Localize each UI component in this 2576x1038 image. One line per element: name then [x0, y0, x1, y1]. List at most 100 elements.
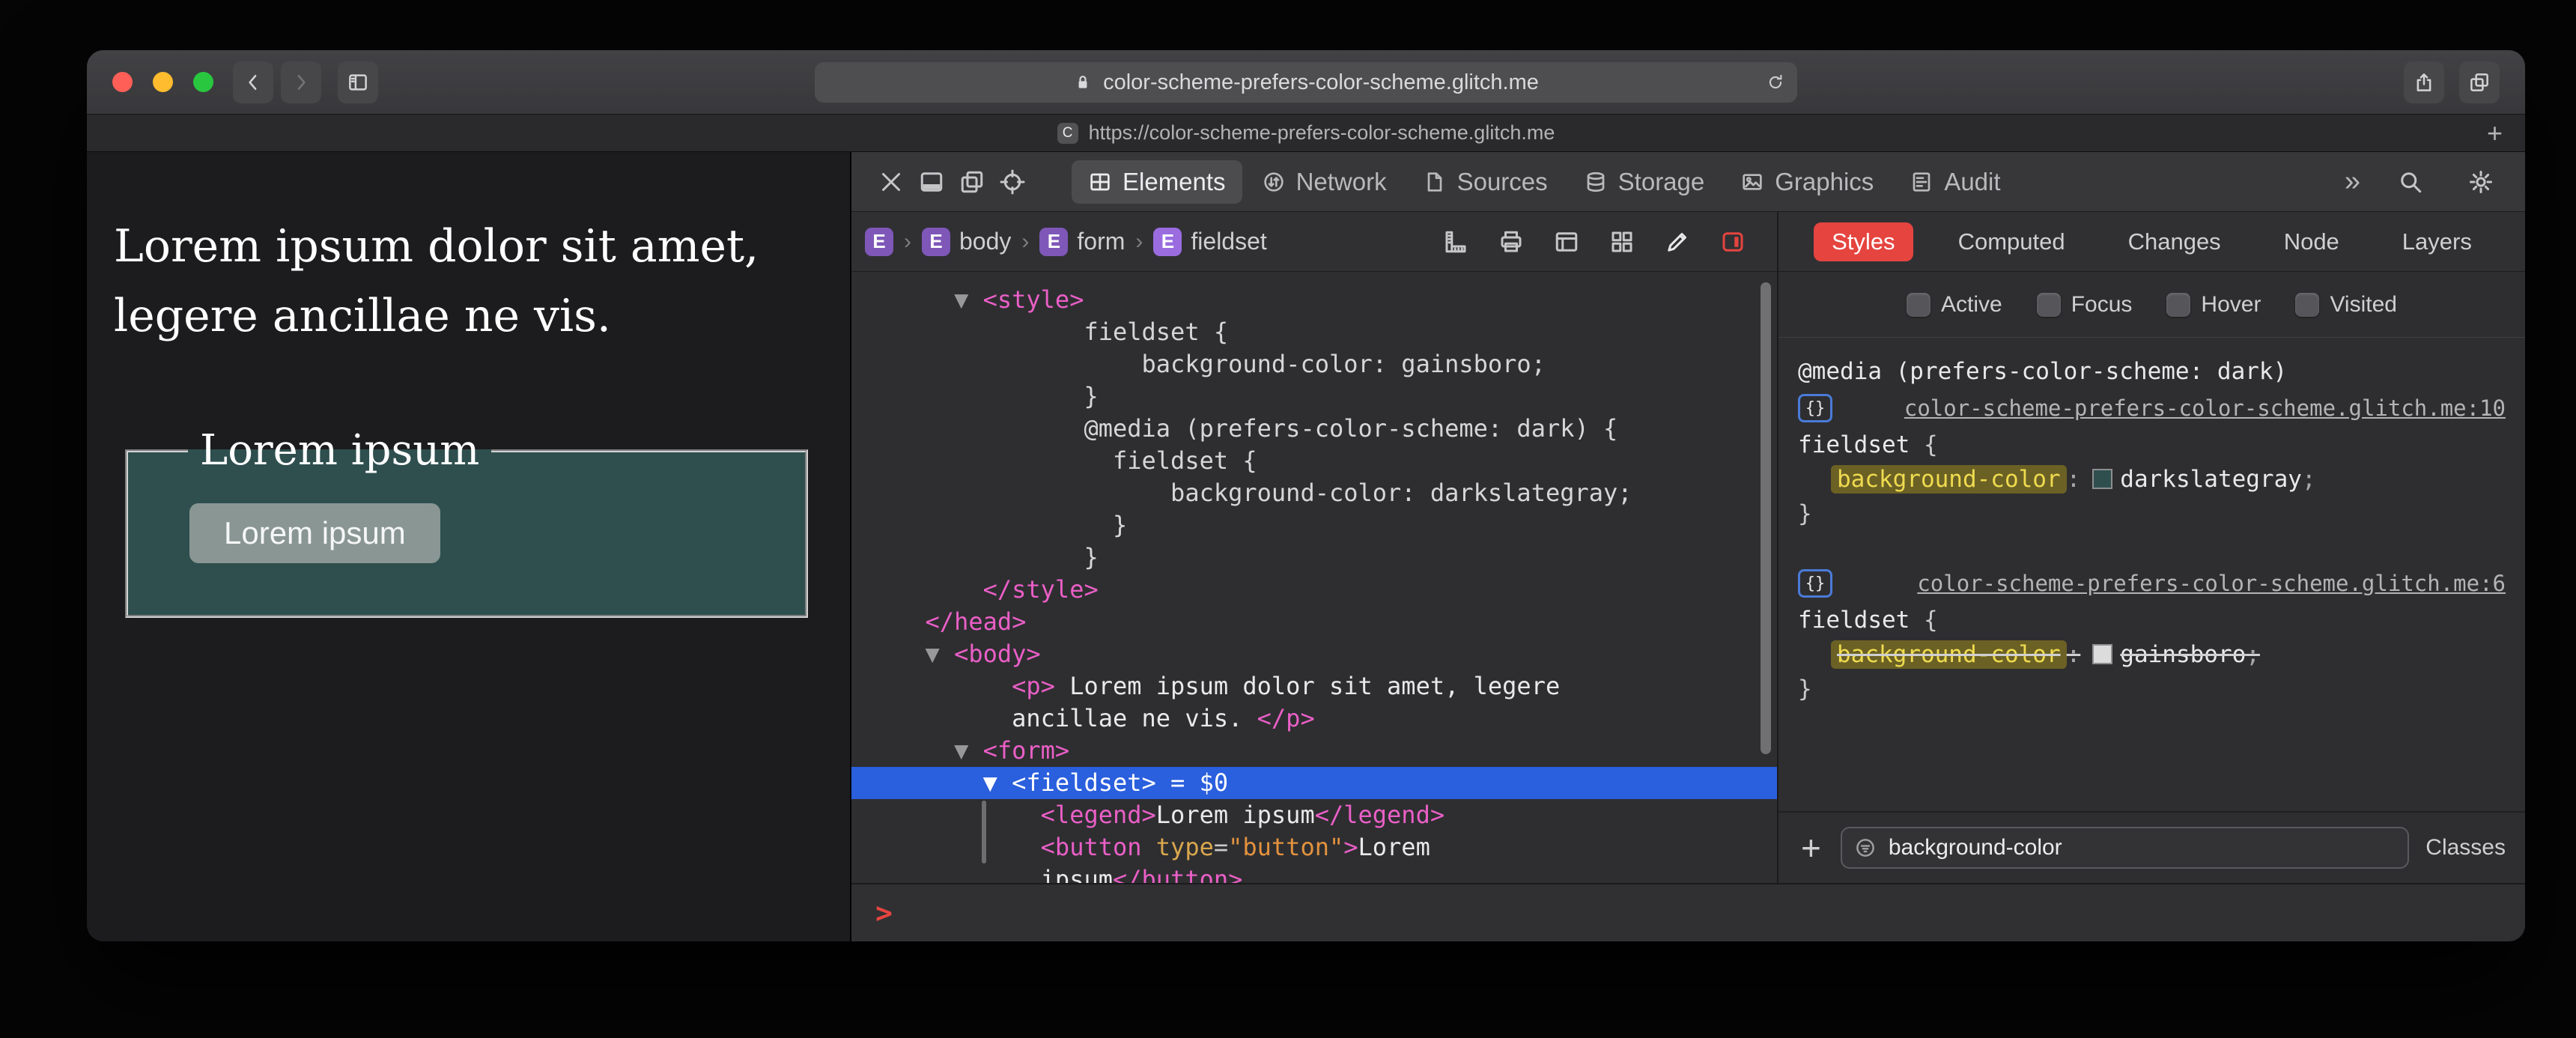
close-inspector-button[interactable]	[871, 161, 911, 203]
dom-token: ancillae ne vis.	[896, 704, 1257, 732]
dom-token: <button	[896, 833, 1142, 861]
css-property-value[interactable]: gainsboro	[2120, 641, 2246, 668]
dom-tree: ▼ <style> fieldset { background-color: g…	[851, 272, 1778, 883]
color-swatch[interactable]	[2092, 469, 2113, 489]
dom-tree-node[interactable]: </head>	[851, 606, 1777, 638]
inspector-tabs: Elements Network Sources Storage Graphics Aud…	[1072, 160, 2017, 204]
dom-tree-node[interactable]: </style>	[851, 574, 1777, 606]
dom-tree-node[interactable]: <button type="button">Lorem	[851, 831, 1777, 864]
sidebar-toggle-button[interactable]	[338, 61, 378, 103]
dom-tree-node[interactable]: }	[851, 541, 1777, 574]
checkbox-focus[interactable]	[2036, 292, 2061, 317]
filter-icon	[1854, 837, 1877, 859]
classes-button[interactable]: Classes	[2425, 835, 2506, 861]
inspector-tab-network[interactable]: Network	[1245, 160, 1403, 204]
page-button[interactable]: Lorem ipsum	[189, 503, 440, 563]
dom-tree-node[interactable]: background-color: darkslategray;	[851, 477, 1777, 509]
sidebar-tab-styles[interactable]: Styles	[1814, 222, 1913, 261]
minimize-window-button[interactable]	[153, 72, 173, 92]
sidebar-tab-node[interactable]: Node	[2266, 222, 2357, 261]
safari-window: color-scheme-prefers-color-scheme.glitch…	[87, 50, 2525, 941]
inspector-tab-audit[interactable]: Audit	[1893, 160, 2017, 204]
frames-button[interactable]	[1545, 221, 1588, 263]
dom-tree-node[interactable]: ▼ <body>	[851, 638, 1777, 670]
reload-icon[interactable]	[1766, 73, 1785, 92]
dom-token: }	[896, 543, 1099, 571]
undock-button[interactable]	[952, 161, 992, 203]
dom-token: background-color: gainsboro;	[896, 350, 1546, 378]
dom-tree-node[interactable]: }	[851, 509, 1777, 541]
breadcrumb-item-document[interactable]: E	[865, 227, 893, 256]
dom-tree-node[interactable]: ▼ <form>	[851, 735, 1777, 767]
style-filter-field[interactable]: background-color	[1840, 827, 2410, 869]
rule-header: {} color-scheme-prefers-color-scheme.glit…	[1798, 389, 2506, 428]
css-property-name[interactable]: background-color	[1831, 465, 2067, 494]
console-prompt-bar[interactable]: >	[851, 883, 2525, 941]
dom-tree-node[interactable]: @media (prefers-color-scheme: dark) {	[851, 413, 1777, 445]
breadcrumb-item-form[interactable]: Eform	[1039, 227, 1125, 256]
color-swatch[interactable]	[2092, 644, 2113, 664]
printer-icon	[1498, 228, 1525, 255]
dom-tree-node[interactable]: fieldset {	[851, 445, 1777, 477]
selector-text[interactable]: fieldset	[1798, 431, 1910, 458]
dom-tree-node[interactable]: background-color: gainsboro;	[851, 348, 1777, 380]
inspector-tab-graphics[interactable]: Graphics	[1724, 160, 1890, 204]
breadcrumb-item-fieldset[interactable]: Efieldset	[1153, 227, 1267, 256]
dom-tree-scrollbar[interactable]	[1761, 282, 1771, 754]
zoom-window-button[interactable]	[193, 72, 213, 92]
sidebar-tab-computed[interactable]: Computed	[1940, 222, 2083, 261]
checkbox-visited[interactable]	[2295, 292, 2320, 317]
checkbox-hover[interactable]	[2166, 292, 2191, 317]
dom-tree-node[interactable]: ipsum</button>	[851, 864, 1777, 883]
window-controls	[112, 72, 213, 92]
dom-tree-node[interactable]: }	[851, 380, 1777, 413]
dom-tree-node[interactable]: <p> Lorem ipsum dolor sit amet, legere	[851, 670, 1777, 702]
close-window-button[interactable]	[112, 72, 133, 92]
inspector-tab-storage[interactable]: Storage	[1567, 160, 1722, 204]
search-button[interactable]	[2390, 161, 2431, 203]
open-brace: {	[1923, 607, 1938, 634]
forward-button[interactable]	[281, 61, 321, 103]
style-rule-source-link[interactable]: color-scheme-prefers-color-scheme.glitch…	[1917, 571, 2506, 596]
dom-tree-node[interactable]: fieldset {	[851, 316, 1777, 348]
css-declaration[interactable]: background-color: gainsboro;	[1798, 637, 2506, 672]
css-property-name[interactable]: background-color	[1831, 640, 2067, 669]
title-bar-actions	[2404, 61, 2500, 103]
print-styles-button[interactable]	[1489, 221, 1533, 263]
back-button[interactable]	[233, 61, 273, 103]
settings-button[interactable]	[2461, 161, 2501, 203]
dom-tree-node[interactable]: ▼ <fieldset> = $0	[851, 767, 1777, 799]
inspect-element-button[interactable]	[992, 161, 1033, 203]
inspector-tab-sources[interactable]: Sources	[1406, 160, 1564, 204]
tab-overview-icon	[2468, 71, 2491, 94]
dom-tree-node[interactable]: ancillae ne vis. </p>	[851, 702, 1777, 735]
back-icon	[242, 71, 264, 94]
dom-tree-node[interactable]: ▼ <style>	[851, 284, 1777, 316]
force-appearance-button[interactable]	[1711, 221, 1755, 263]
pencil-icon	[1664, 228, 1691, 255]
more-tabs-button[interactable]: »	[2345, 166, 2360, 198]
dom-tree-node[interactable]: <legend>Lorem ipsum</legend>	[851, 799, 1777, 831]
edit-element-button[interactable]	[1656, 221, 1699, 263]
browser-tab[interactable]: C https://color-scheme-prefers-color-sch…	[1057, 121, 1555, 145]
inspector-tab-elements[interactable]: Elements	[1072, 160, 1242, 204]
share-button[interactable]	[2404, 61, 2444, 103]
address-bar[interactable]: color-scheme-prefers-color-scheme.glitch…	[815, 62, 1797, 103]
breadcrumb-item-body[interactable]: Ebody	[922, 227, 1011, 256]
style-rule-source-link[interactable]: color-scheme-prefers-color-scheme.glitch…	[1904, 395, 2506, 421]
selector-text[interactable]: fieldset	[1798, 607, 1910, 634]
storage-icon	[1584, 170, 1608, 194]
css-declaration[interactable]: background-color: darkslategray;	[1798, 462, 2506, 497]
css-property-value[interactable]: darkslategray	[2120, 466, 2302, 493]
new-tab-button[interactable]: +	[2487, 119, 2503, 147]
sidebar-tab-layers[interactable]: Layers	[2384, 222, 2490, 261]
sidebar-icon	[347, 71, 369, 94]
grid-overlay-button[interactable]	[1600, 221, 1644, 263]
inspector-tab-label: Audit	[1944, 167, 2001, 195]
sidebar-tab-changes[interactable]: Changes	[2110, 222, 2239, 261]
dock-bottom-button[interactable]	[911, 161, 952, 203]
new-rule-button[interactable]: +	[1798, 831, 1824, 865]
tab-overview-button[interactable]	[2459, 61, 2500, 103]
checkbox-active[interactable]	[1907, 292, 1931, 317]
rulers-button[interactable]	[1434, 221, 1477, 263]
